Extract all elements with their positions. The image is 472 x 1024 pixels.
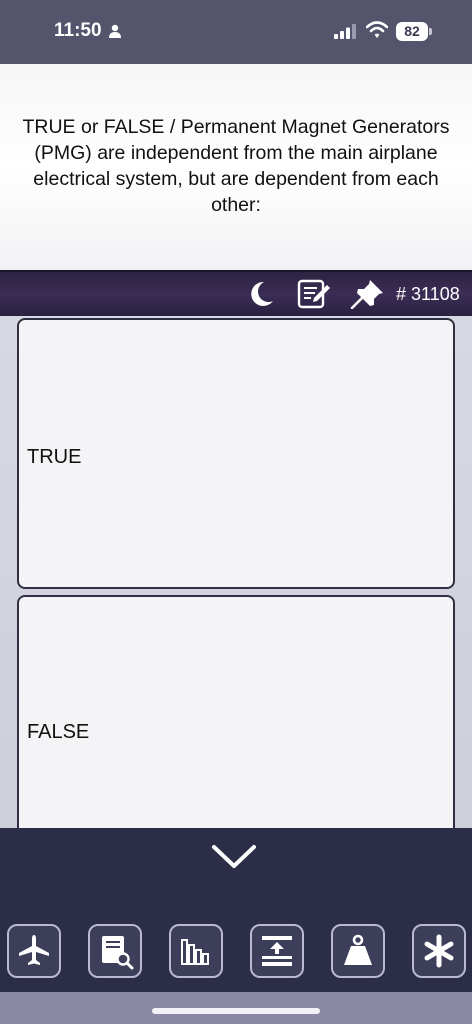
asterisk-button[interactable]	[412, 924, 466, 978]
home-indicator[interactable]	[152, 1008, 320, 1014]
pin-icon[interactable]	[350, 279, 384, 314]
question-panel: TRUE or FALSE / Permanent Magnet Generat…	[0, 64, 472, 270]
airplane-button[interactable]	[7, 924, 61, 978]
answers-area: TRUE FALSE	[0, 316, 472, 828]
battery-tip	[429, 28, 432, 35]
answer-option-true[interactable]: TRUE	[17, 318, 455, 589]
book-search-button[interactable]	[88, 924, 142, 978]
weight-button[interactable]	[331, 924, 385, 978]
wifi-icon	[365, 21, 389, 44]
collapse-bar	[0, 828, 472, 920]
answer-label: FALSE	[27, 721, 90, 743]
question-text: TRUE or FALSE / Permanent Magnet Generat…	[22, 116, 450, 216]
answer-option-false[interactable]: FALSE	[17, 595, 455, 828]
status-bar: 11:50 82	[0, 0, 472, 64]
question-toolbar: # 31108	[0, 270, 472, 316]
battery-icon: 82	[396, 22, 428, 41]
chevron-down-icon[interactable]	[210, 842, 258, 877]
signal-icon	[334, 24, 356, 44]
status-time: 11:50	[54, 20, 102, 41]
sort-button[interactable]	[250, 924, 304, 978]
notes-icon[interactable]	[297, 279, 331, 314]
question-id: # 31108	[396, 284, 460, 304]
answer-label: TRUE	[27, 446, 82, 468]
stats-button[interactable]	[169, 924, 223, 978]
home-area	[0, 992, 472, 1024]
moon-icon[interactable]	[246, 279, 276, 314]
bottom-nav	[0, 920, 472, 992]
person-icon	[108, 24, 122, 43]
